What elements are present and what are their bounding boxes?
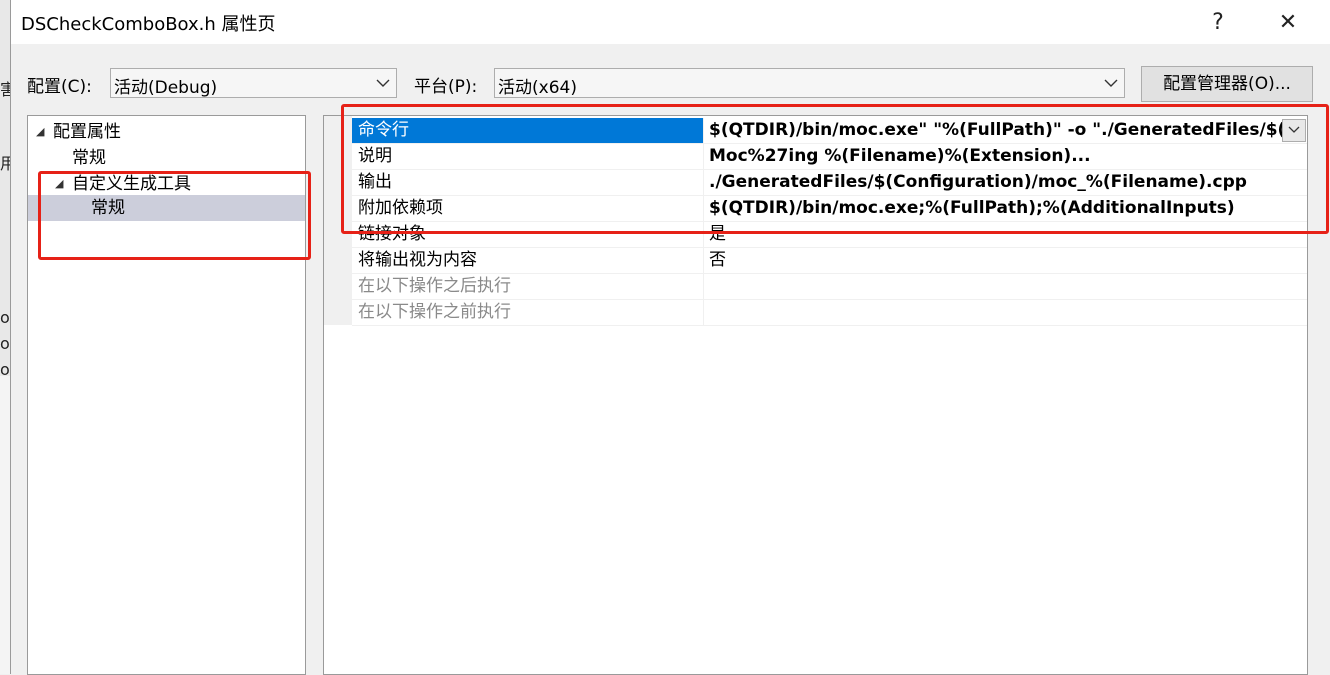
property-value[interactable]: $(QTDIR)/bin/moc.exe" "%(FullPath)" -o "…	[705, 118, 1285, 143]
property-value[interactable]	[705, 274, 1285, 299]
dialog-right-edge	[1318, 102, 1330, 674]
property-row-outputs[interactable]: 输出 ./GeneratedFiles/$(Configuration)/moc…	[352, 170, 1307, 196]
tree-item-label: 常规	[91, 198, 125, 218]
close-button[interactable]: ✕	[1265, 6, 1311, 40]
property-row-treat-output-as-content[interactable]: 将输出视为内容 否	[352, 248, 1307, 274]
tree-item-custom-build-tool[interactable]: ◢ 自定义生成工具	[28, 171, 305, 197]
property-row-link-objects[interactable]: 链接对象 是	[352, 222, 1307, 248]
tree-item-label: 配置属性	[53, 122, 121, 142]
property-name: 链接对象	[352, 222, 704, 247]
property-name: 将输出视为内容	[352, 248, 704, 273]
property-value[interactable]: 否	[705, 248, 1285, 273]
property-grid: 命令行 $(QTDIR)/bin/moc.exe" "%(FullPath)" …	[323, 115, 1308, 675]
tree-item-label: 常规	[72, 148, 106, 168]
help-button[interactable]: ?	[1195, 6, 1241, 40]
property-value[interactable]: $(QTDIR)/bin/moc.exe;%(FullPath);%(Addit…	[705, 196, 1285, 221]
property-row-additional-dependencies[interactable]: 附加依赖项 $(QTDIR)/bin/moc.exe;%(FullPath);%…	[352, 196, 1307, 222]
property-name: 输出	[352, 170, 704, 195]
property-dropdown-button[interactable]	[1282, 119, 1306, 142]
platform-value: 活动(x64)	[498, 78, 577, 98]
expanded-triangle-icon[interactable]: ◢	[55, 171, 63, 197]
property-pages-dialog: DSCheckComboBox.h 属性页 ? ✕ 配置(C): 活动(Debu…	[10, 0, 1330, 675]
configuration-value: 活动(Debug)	[114, 78, 218, 98]
property-value[interactable]: Moc%27ing %(Filename)%(Extension)...	[705, 144, 1285, 169]
configuration-combobox[interactable]: 活动(Debug)	[110, 68, 397, 98]
chevron-down-icon	[1104, 79, 1118, 87]
property-row-description[interactable]: 说明 Moc%27ing %(Filename)%(Extension)...	[352, 144, 1307, 170]
tree-item-general[interactable]: 常规	[28, 145, 305, 171]
title-bar: DSCheckComboBox.h 属性页 ? ✕	[11, 0, 1330, 44]
tree-item-label: 自定义生成工具	[72, 174, 191, 194]
property-tree: ◢ 配置属性 常规 ◢ 自定义生成工具 常规	[27, 115, 306, 675]
chevron-down-icon	[376, 79, 390, 87]
configuration-label: 配置(C):	[27, 77, 92, 97]
expanded-triangle-icon[interactable]: ◢	[36, 119, 44, 145]
configuration-manager-button[interactable]: 配置管理器(O)...	[1141, 66, 1313, 102]
property-row-command-line[interactable]: 命令行 $(QTDIR)/bin/moc.exe" "%(FullPath)" …	[352, 118, 1307, 144]
property-value[interactable]: 是	[705, 222, 1285, 247]
property-grid-gutter	[324, 116, 352, 325]
property-value[interactable]	[705, 300, 1285, 325]
tree-item-custom-build-general[interactable]: 常规	[28, 195, 305, 221]
property-name: 命令行	[352, 118, 704, 143]
property-name: 附加依赖项	[352, 196, 704, 221]
window-title: DSCheckComboBox.h 属性页	[21, 14, 276, 35]
tree-item-configuration-properties[interactable]: ◢ 配置属性	[28, 119, 305, 145]
property-value[interactable]: ./GeneratedFiles/$(Configuration)/moc_%(…	[705, 170, 1285, 195]
platform-combobox[interactable]: 活动(x64)	[494, 68, 1125, 98]
property-name: 说明	[352, 144, 704, 169]
background-window-panel	[0, 376, 10, 674]
property-name: 在以下操作之前执行	[352, 300, 704, 325]
chevron-down-icon	[1288, 126, 1300, 133]
property-name: 在以下操作之后执行	[352, 274, 704, 299]
property-row-execute-after[interactable]: 在以下操作之后执行	[352, 274, 1307, 300]
platform-label: 平台(P):	[414, 77, 478, 97]
property-row-execute-before[interactable]: 在以下操作之前执行	[352, 300, 1307, 326]
